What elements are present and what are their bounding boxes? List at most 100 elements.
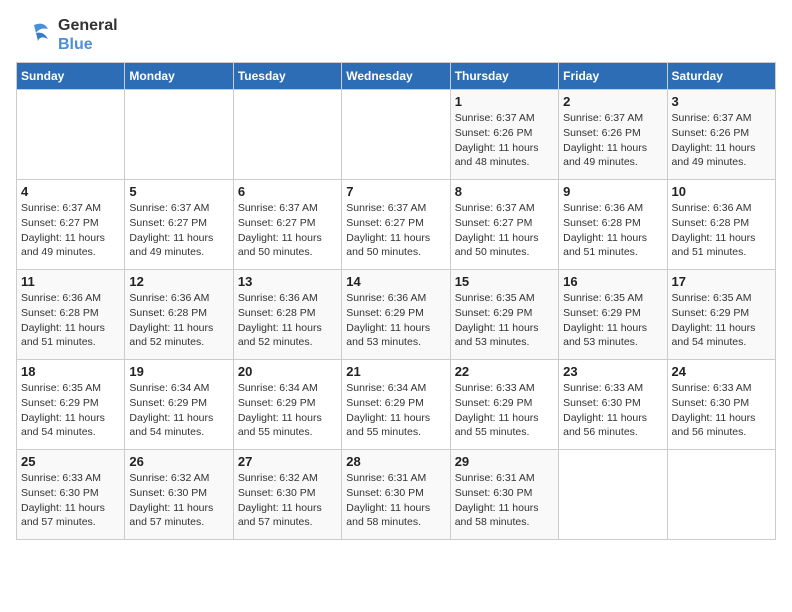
calendar-cell: 4 Sunrise: 6:37 AM Sunset: 6:27 PM Daylig… [17, 180, 125, 270]
calendar-week-1: 1 Sunrise: 6:37 AM Sunset: 6:26 PM Daylig… [17, 90, 776, 180]
day-info: Sunrise: 6:37 AM Sunset: 6:27 PM Dayligh… [21, 201, 120, 260]
day-info: Sunrise: 6:37 AM Sunset: 6:26 PM Dayligh… [455, 111, 554, 170]
day-info: Sunrise: 6:36 AM Sunset: 6:28 PM Dayligh… [129, 291, 228, 350]
day-info: Sunrise: 6:34 AM Sunset: 6:29 PM Dayligh… [129, 381, 228, 440]
calendar-cell [342, 90, 450, 180]
day-number: 4 [21, 184, 120, 199]
day-number: 26 [129, 454, 228, 469]
day-info: Sunrise: 6:37 AM Sunset: 6:27 PM Dayligh… [346, 201, 445, 260]
calendar-cell: 5 Sunrise: 6:37 AM Sunset: 6:27 PM Daylig… [125, 180, 233, 270]
day-info: Sunrise: 6:33 AM Sunset: 6:30 PM Dayligh… [672, 381, 771, 440]
logo: General Blue [16, 16, 118, 54]
weekday-header-tuesday: Tuesday [233, 63, 341, 90]
calendar-cell: 26 Sunrise: 6:32 AM Sunset: 6:30 PM Dayli… [125, 450, 233, 540]
calendar-cell: 28 Sunrise: 6:31 AM Sunset: 6:30 PM Dayli… [342, 450, 450, 540]
day-info: Sunrise: 6:36 AM Sunset: 6:29 PM Dayligh… [346, 291, 445, 350]
calendar-cell [559, 450, 667, 540]
calendar-cell [17, 90, 125, 180]
day-number: 11 [21, 274, 120, 289]
day-number: 14 [346, 274, 445, 289]
day-number: 6 [238, 184, 337, 199]
calendar-cell: 22 Sunrise: 6:33 AM Sunset: 6:29 PM Dayli… [450, 360, 558, 450]
weekday-header-sunday: Sunday [17, 63, 125, 90]
day-number: 23 [563, 364, 662, 379]
day-info: Sunrise: 6:35 AM Sunset: 6:29 PM Dayligh… [21, 381, 120, 440]
day-info: Sunrise: 6:36 AM Sunset: 6:28 PM Dayligh… [563, 201, 662, 260]
day-number: 1 [455, 94, 554, 109]
weekday-header-monday: Monday [125, 63, 233, 90]
day-info: Sunrise: 6:35 AM Sunset: 6:29 PM Dayligh… [563, 291, 662, 350]
day-number: 17 [672, 274, 771, 289]
calendar-cell: 20Sunrise: 6:34 AM Sunset: 6:29 PM Dayli… [233, 360, 341, 450]
day-number: 16 [563, 274, 662, 289]
day-number: 18 [21, 364, 120, 379]
day-number: 19 [129, 364, 228, 379]
calendar-week-4: 18 Sunrise: 6:35 AM Sunset: 6:29 PM Dayli… [17, 360, 776, 450]
day-number: 9 [563, 184, 662, 199]
calendar-cell [667, 450, 775, 540]
calendar-cell: 29 Sunrise: 6:31 AM Sunset: 6:30 PM Dayli… [450, 450, 558, 540]
day-info: Sunrise: 6:33 AM Sunset: 6:29 PM Dayligh… [455, 381, 554, 440]
day-number: 22 [455, 364, 554, 379]
day-number: 10 [672, 184, 771, 199]
day-number: 29 [455, 454, 554, 469]
day-info: Sunrise: 6:37 AM Sunset: 6:27 PM Dayligh… [238, 201, 337, 260]
calendar-cell [233, 90, 341, 180]
weekday-header-wednesday: Wednesday [342, 63, 450, 90]
calendar-cell: 16 Sunrise: 6:35 AM Sunset: 6:29 PM Dayli… [559, 270, 667, 360]
calendar-cell: 25 Sunrise: 6:33 AM Sunset: 6:30 PM Dayli… [17, 450, 125, 540]
calendar-cell: 12Sunrise: 6:36 AM Sunset: 6:28 PM Dayli… [125, 270, 233, 360]
day-number: 15 [455, 274, 554, 289]
calendar-cell: 11 Sunrise: 6:36 AM Sunset: 6:28 PM Dayli… [17, 270, 125, 360]
day-info: Sunrise: 6:36 AM Sunset: 6:28 PM Dayligh… [238, 291, 337, 350]
weekday-header-saturday: Saturday [667, 63, 775, 90]
calendar-cell: 13Sunrise: 6:36 AM Sunset: 6:28 PM Dayli… [233, 270, 341, 360]
day-number: 25 [21, 454, 120, 469]
calendar-cell: 27 Sunrise: 6:32 AM Sunset: 6:30 PM Dayli… [233, 450, 341, 540]
day-info: Sunrise: 6:31 AM Sunset: 6:30 PM Dayligh… [346, 471, 445, 530]
calendar-cell: 9 Sunrise: 6:36 AM Sunset: 6:28 PM Daylig… [559, 180, 667, 270]
weekday-header-friday: Friday [559, 63, 667, 90]
calendar-cell: 3 Sunrise: 6:37 AM Sunset: 6:26 PM Daylig… [667, 90, 775, 180]
calendar-cell: 17 Sunrise: 6:35 AM Sunset: 6:29 PM Dayli… [667, 270, 775, 360]
calendar-cell: 8Sunrise: 6:37 AM Sunset: 6:27 PM Daylig… [450, 180, 558, 270]
day-number: 28 [346, 454, 445, 469]
day-info: Sunrise: 6:37 AM Sunset: 6:27 PM Dayligh… [129, 201, 228, 260]
calendar-cell: 21Sunrise: 6:34 AM Sunset: 6:29 PM Dayli… [342, 360, 450, 450]
day-info: Sunrise: 6:35 AM Sunset: 6:29 PM Dayligh… [455, 291, 554, 350]
header: General Blue [16, 16, 776, 54]
logo-graphic [16, 17, 52, 53]
day-number: 3 [672, 94, 771, 109]
calendar-week-5: 25 Sunrise: 6:33 AM Sunset: 6:30 PM Dayli… [17, 450, 776, 540]
logo-text: General Blue [58, 16, 118, 54]
day-number: 5 [129, 184, 228, 199]
day-info: Sunrise: 6:32 AM Sunset: 6:30 PM Dayligh… [238, 471, 337, 530]
calendar-cell: 23 Sunrise: 6:33 AM Sunset: 6:30 PM Dayli… [559, 360, 667, 450]
calendar-cell: 2 Sunrise: 6:37 AM Sunset: 6:26 PM Daylig… [559, 90, 667, 180]
day-info: Sunrise: 6:32 AM Sunset: 6:30 PM Dayligh… [129, 471, 228, 530]
calendar-cell: 14 Sunrise: 6:36 AM Sunset: 6:29 PM Dayli… [342, 270, 450, 360]
calendar-cell: 18 Sunrise: 6:35 AM Sunset: 6:29 PM Dayli… [17, 360, 125, 450]
calendar-week-3: 11 Sunrise: 6:36 AM Sunset: 6:28 PM Dayli… [17, 270, 776, 360]
day-info: Sunrise: 6:33 AM Sunset: 6:30 PM Dayligh… [563, 381, 662, 440]
day-number: 7 [346, 184, 445, 199]
day-info: Sunrise: 6:36 AM Sunset: 6:28 PM Dayligh… [672, 201, 771, 260]
calendar-cell [125, 90, 233, 180]
day-info: Sunrise: 6:36 AM Sunset: 6:28 PM Dayligh… [21, 291, 120, 350]
calendar-cell: 15 Sunrise: 6:35 AM Sunset: 6:29 PM Dayli… [450, 270, 558, 360]
day-info: Sunrise: 6:37 AM Sunset: 6:26 PM Dayligh… [563, 111, 662, 170]
day-info: Sunrise: 6:31 AM Sunset: 6:30 PM Dayligh… [455, 471, 554, 530]
calendar-cell: 1 Sunrise: 6:37 AM Sunset: 6:26 PM Daylig… [450, 90, 558, 180]
day-number: 2 [563, 94, 662, 109]
calendar-cell: 6 Sunrise: 6:37 AM Sunset: 6:27 PM Daylig… [233, 180, 341, 270]
day-info: Sunrise: 6:35 AM Sunset: 6:29 PM Dayligh… [672, 291, 771, 350]
day-info: Sunrise: 6:37 AM Sunset: 6:26 PM Dayligh… [672, 111, 771, 170]
day-number: 27 [238, 454, 337, 469]
day-info: Sunrise: 6:34 AM Sunset: 6:29 PM Dayligh… [238, 381, 337, 440]
calendar-table: SundayMondayTuesdayWednesdayThursdayFrid… [16, 62, 776, 540]
calendar-cell: 10 Sunrise: 6:36 AM Sunset: 6:28 PM Dayli… [667, 180, 775, 270]
day-number: 24 [672, 364, 771, 379]
logo-bird-icon [16, 17, 52, 53]
day-info: Sunrise: 6:34 AM Sunset: 6:29 PM Dayligh… [346, 381, 445, 440]
day-info: Sunrise: 6:33 AM Sunset: 6:30 PM Dayligh… [21, 471, 120, 530]
